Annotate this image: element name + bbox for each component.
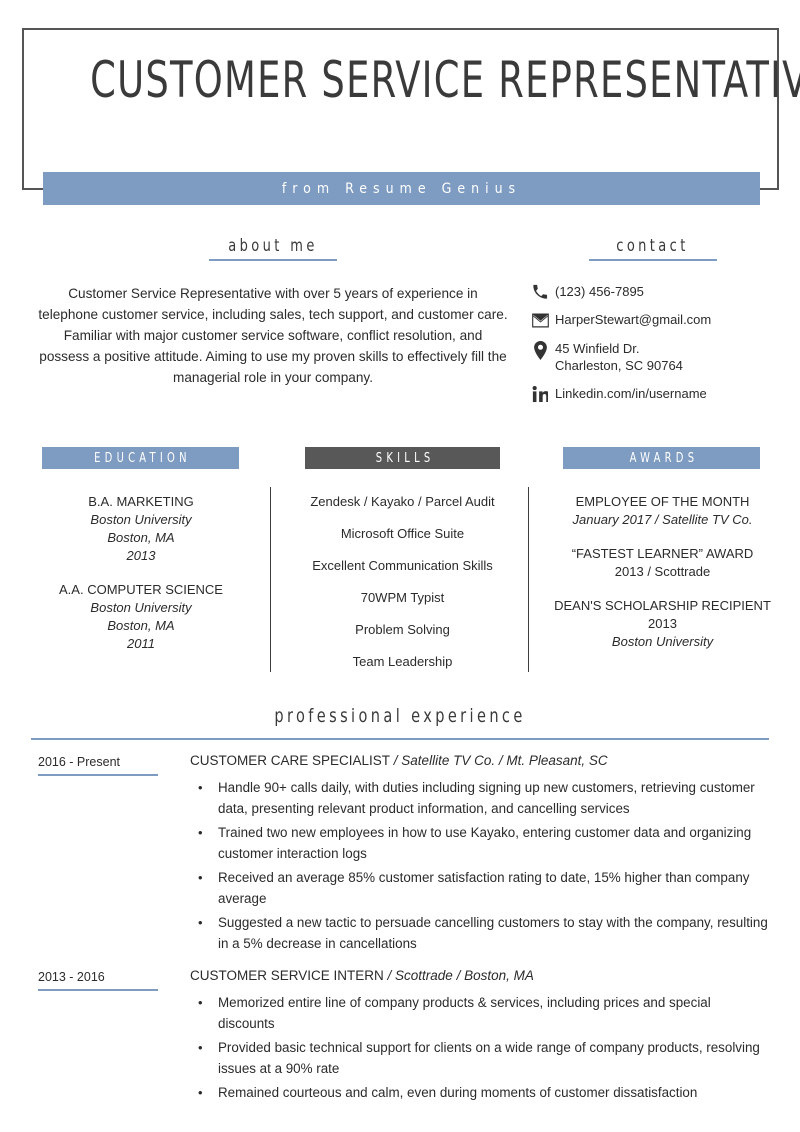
phone-icon bbox=[525, 283, 555, 300]
contact-heading: contact bbox=[616, 236, 689, 256]
email-icon bbox=[525, 311, 555, 329]
experience-section: professional experience 2016 - Present C… bbox=[0, 705, 800, 1103]
page-title: CUSTOMER SERVICE REPRESENTATIVE bbox=[90, 51, 800, 109]
about-me-text: Customer Service Representative with ove… bbox=[38, 286, 508, 385]
job-role: CUSTOMER CARE SPECIALIST bbox=[190, 753, 391, 768]
job-list: 2016 - Present CUSTOMER CARE SPECIALIST … bbox=[0, 753, 800, 1111]
award-detail: 2013 / Scottrade bbox=[614, 564, 711, 579]
job-date: 2016 - Present bbox=[38, 755, 120, 769]
award-title: “FASTEST LEARNER” AWARD bbox=[571, 546, 754, 561]
job-bullet: Remained courteous and calm, even during… bbox=[190, 1082, 770, 1103]
job-date-underline bbox=[38, 774, 158, 776]
job-title: CUSTOMER CARE SPECIALIST / Satellite TV … bbox=[190, 753, 770, 768]
column-separator-right bbox=[528, 487, 529, 672]
contact-item-phone: (123) 456-7895 bbox=[525, 283, 780, 300]
education-year: 2011 bbox=[127, 636, 155, 651]
award-entry: “FASTEST LEARNER” AWARD 2013 / Scottrade bbox=[545, 545, 780, 581]
job-date: 2013 - 2016 bbox=[38, 970, 105, 984]
job-bullets: Memorized entire line of company product… bbox=[190, 992, 770, 1103]
job-bullet: Suggested a new tactic to persuade cance… bbox=[190, 912, 770, 954]
qualifications-band: EDUCATION SKILLS AWARDS B.A. MARKETING B… bbox=[0, 447, 800, 687]
job-meta: / Satellite TV Co. / Mt. Pleasant, SC bbox=[390, 753, 608, 768]
skills-list: Zendesk / Kayako / Parcel Audit Microsof… bbox=[285, 493, 520, 685]
award-detail: Boston University bbox=[611, 634, 714, 649]
experience-heading: professional experience bbox=[274, 705, 526, 727]
job-entry: 2013 - 2016 CUSTOMER SERVICE INTERN / Sc… bbox=[0, 968, 800, 1103]
contact-divider bbox=[588, 259, 717, 261]
linkedin-icon bbox=[525, 385, 555, 403]
job-date-block: 2013 - 2016 bbox=[38, 970, 158, 991]
education-entry: B.A. MARKETING Boston University Boston,… bbox=[30, 493, 252, 565]
job-role: CUSTOMER SERVICE INTERN bbox=[190, 968, 384, 983]
education-degree: A.A. COMPUTER SCIENCE bbox=[59, 582, 223, 597]
job-bullet: Handle 90+ calls daily, with duties incl… bbox=[190, 777, 770, 819]
skill-item: Microsoft Office Suite bbox=[340, 526, 465, 541]
subtitle-text: from Resume Genius bbox=[281, 180, 522, 197]
job-body: CUSTOMER CARE SPECIALIST / Satellite TV … bbox=[190, 753, 770, 954]
education-entry: A.A. COMPUTER SCIENCE Boston University … bbox=[30, 581, 252, 653]
awards-header: AWARDS bbox=[563, 447, 760, 469]
award-entry: DEAN'S SCHOLARSHIP RECIPIENT 2013 Boston… bbox=[545, 597, 780, 651]
job-bullet: Memorized entire line of company product… bbox=[190, 992, 770, 1034]
contact-item-linkedin: Linkedin.com/in/username bbox=[525, 385, 780, 403]
contact-item-address: 45 Winfield Dr. Charleston, SC 90764 bbox=[525, 340, 780, 374]
job-date-block: 2016 - Present bbox=[38, 755, 158, 776]
subtitle-bar: from Resume Genius bbox=[43, 172, 760, 205]
skill-item: 70WPM Typist bbox=[360, 590, 445, 605]
about-me-divider bbox=[209, 259, 337, 261]
award-title: EMPLOYEE OF THE MONTH bbox=[575, 494, 750, 509]
education-location: Boston, MA bbox=[107, 618, 175, 633]
award-detail: January 2017 / Satellite TV Co. bbox=[572, 512, 753, 527]
skills-header-label: SKILLS bbox=[375, 450, 434, 466]
job-entry: 2016 - Present CUSTOMER CARE SPECIALIST … bbox=[0, 753, 800, 954]
education-header: EDUCATION bbox=[42, 447, 239, 469]
job-meta: / Scottrade / Boston, MA bbox=[383, 968, 534, 983]
contact-list: (123) 456-7895 HarperStewart@gmail.com 4… bbox=[525, 283, 780, 403]
job-title: CUSTOMER SERVICE INTERN / Scottrade / Bo… bbox=[190, 968, 770, 983]
job-bullets: Handle 90+ calls daily, with duties incl… bbox=[190, 777, 770, 954]
skills-header: SKILLS bbox=[305, 447, 500, 469]
skill-item: Excellent Communication Skills bbox=[312, 558, 493, 573]
award-title: DEAN'S SCHOLARSHIP RECIPIENT bbox=[554, 598, 771, 613]
education-year: 2013 bbox=[126, 548, 156, 563]
awards-header-label: AWARDS bbox=[629, 450, 698, 466]
resume-header: CUSTOMER SERVICE REPRESENTATIVE from Res… bbox=[0, 0, 800, 225]
skill-item: Zendesk / Kayako / Parcel Audit bbox=[310, 494, 495, 509]
contact-section: contact (123) 456-7895 HarperStewart@gma… bbox=[525, 236, 780, 414]
education-header-label: EDUCATION bbox=[94, 450, 191, 466]
award-entry: EMPLOYEE OF THE MONTH January 2017 / Sat… bbox=[545, 493, 780, 529]
skill-item: Problem Solving bbox=[355, 622, 450, 637]
education-school: Boston University bbox=[90, 512, 192, 527]
job-date-underline bbox=[38, 989, 158, 991]
column-separator-left bbox=[270, 487, 271, 672]
about-me-section: about me Customer Service Representative… bbox=[38, 236, 508, 388]
skill-item: Team Leadership bbox=[352, 654, 453, 669]
contact-value-phone: (123) 456-7895 bbox=[555, 284, 644, 299]
job-bullet: Trained two new employees in how to use … bbox=[190, 822, 770, 864]
award-detail: 2013 bbox=[648, 616, 677, 631]
education-location: Boston, MA bbox=[107, 530, 175, 545]
education-school: Boston University bbox=[90, 600, 192, 615]
location-icon bbox=[525, 340, 555, 360]
education-degree: B.A. MARKETING bbox=[88, 494, 194, 509]
job-bullet: Received an average 85% customer satisfa… bbox=[190, 867, 770, 909]
awards-list: EMPLOYEE OF THE MONTH January 2017 / Sat… bbox=[545, 493, 780, 667]
experience-divider bbox=[31, 738, 769, 740]
about-me-heading: about me bbox=[228, 236, 318, 256]
education-list: B.A. MARKETING Boston University Boston,… bbox=[30, 493, 252, 669]
contact-value-linkedin: Linkedin.com/in/username bbox=[555, 386, 707, 401]
contact-item-email: HarperStewart@gmail.com bbox=[525, 311, 780, 329]
contact-value-address: 45 Winfield Dr. Charleston, SC 90764 bbox=[555, 341, 683, 373]
job-body: CUSTOMER SERVICE INTERN / Scottrade / Bo… bbox=[190, 968, 770, 1103]
contact-value-email: HarperStewart@gmail.com bbox=[555, 312, 712, 327]
job-bullet: Provided basic technical support for cli… bbox=[190, 1037, 770, 1079]
